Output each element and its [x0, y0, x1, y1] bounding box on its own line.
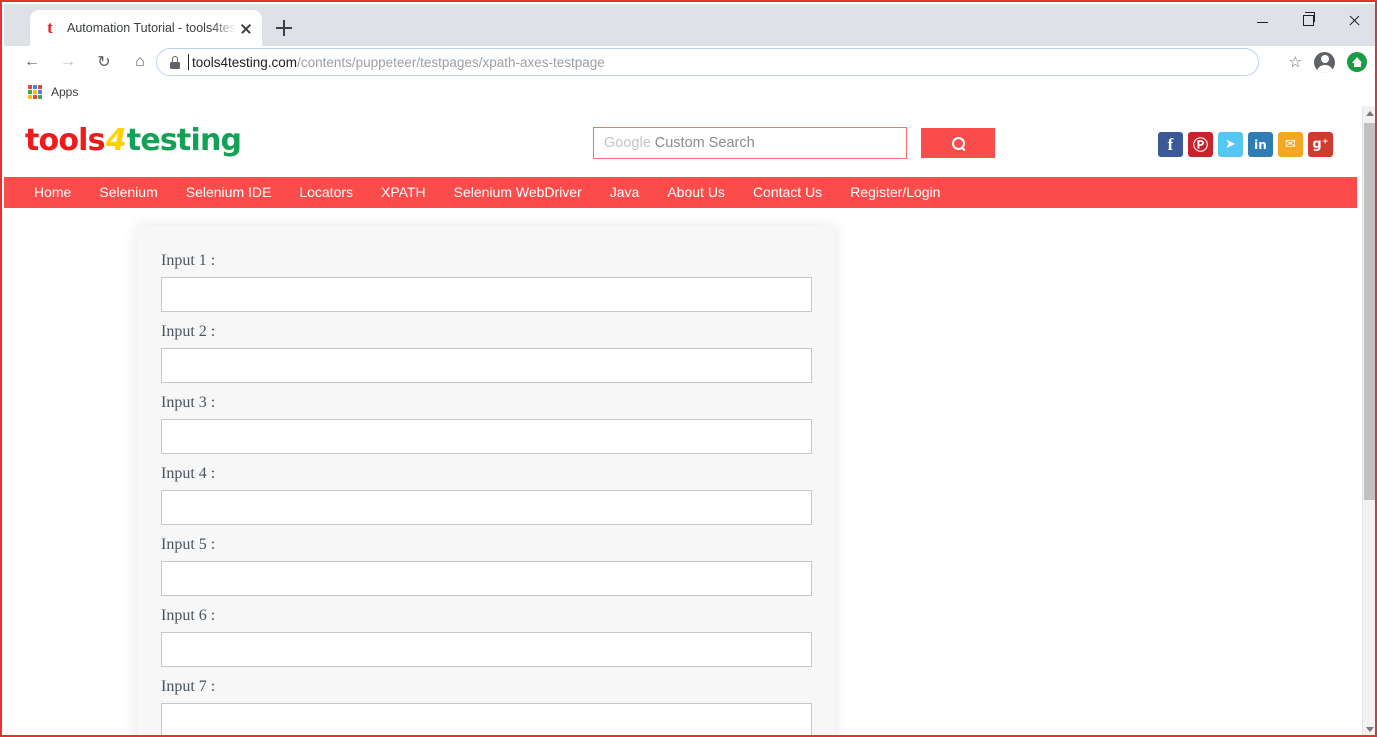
maximize-button[interactable]	[1285, 4, 1331, 36]
minimize-button[interactable]	[1239, 4, 1285, 36]
reload-icon[interactable]: ↻	[90, 48, 118, 76]
search-placeholder-text: Custom Search	[654, 135, 755, 151]
nav-item-contact-us[interactable]: Contact Us	[739, 177, 836, 208]
input-1-label: Input 1 :	[161, 252, 216, 269]
tab-title: Automation Tutorial - tools4testi	[67, 21, 236, 35]
nav-item-selenium[interactable]: Selenium	[85, 177, 171, 208]
scrollbar-down-arrow-icon[interactable]	[1363, 722, 1375, 735]
nav-item-about-us[interactable]: About Us	[653, 177, 739, 208]
logo-part-tools: tools	[25, 123, 106, 158]
twitter-icon[interactable]: ➤	[1218, 132, 1243, 157]
profile-avatar-icon[interactable]	[1314, 51, 1335, 73]
input-3-label: Input 3 :	[161, 394, 216, 411]
input-7-label: Input 7 :	[161, 678, 216, 695]
tab-strip: t Automation Tutorial - tools4testi	[4, 4, 1375, 46]
input-7-field[interactable]	[161, 703, 812, 735]
lock-icon	[169, 55, 181, 69]
apps-label: Apps	[51, 85, 79, 99]
search-input[interactable]: Google Custom Search	[593, 127, 907, 159]
input-2-label: Input 2 :	[161, 323, 216, 340]
toolbar-right-actions: ☆	[1289, 46, 1367, 78]
search-area: Google Custom Search	[593, 127, 995, 159]
email-icon[interactable]: ✉	[1278, 132, 1303, 157]
url-path: /contents/puppeteer/testpages/xpath-axes…	[297, 54, 605, 70]
update-available-icon[interactable]	[1347, 52, 1367, 72]
bookmarks-bar: Apps	[4, 78, 1375, 106]
nav-item-java[interactable]: Java	[596, 177, 654, 208]
navigation-buttons: ← → ↻ ⌂	[18, 46, 154, 78]
page-viewport: tools4testing Google Custom Search f Ⓟ ➤…	[4, 106, 1375, 735]
input-5-field[interactable]	[161, 561, 812, 596]
close-icon	[1348, 14, 1361, 27]
form-field: Input 6 :	[161, 607, 812, 667]
nav-item-selenium-ide[interactable]: Selenium IDE	[172, 177, 286, 208]
nav-item-home[interactable]: Home	[20, 177, 85, 208]
nav-item-selenium-webdriver[interactable]: Selenium WebDriver	[440, 177, 596, 208]
nav-item-register-login[interactable]: Register/Login	[836, 177, 954, 208]
input-6-field[interactable]	[161, 632, 812, 667]
googleplus-icon[interactable]: g⁺	[1308, 132, 1333, 157]
logo-bolt-icon: 4	[105, 123, 127, 158]
site-header: tools4testing Google Custom Search f Ⓟ ➤…	[4, 106, 1357, 177]
apps-grid-icon	[28, 85, 42, 99]
url-host: tools4testing.com	[192, 54, 298, 70]
close-button[interactable]	[1331, 4, 1375, 36]
form-field: Input 4 :	[161, 465, 812, 525]
home-icon[interactable]: ⌂	[126, 48, 154, 76]
search-placeholder-brand: Google	[604, 135, 651, 151]
form-field: Input 7 :	[161, 678, 812, 735]
forward-icon[interactable]: →	[54, 48, 82, 76]
tools4testing-favicon: t	[47, 18, 53, 37]
new-tab-button[interactable]	[270, 14, 298, 42]
form-field: Input 5 :	[161, 536, 812, 596]
input-4-label: Input 4 :	[161, 465, 216, 482]
page-content: Input 1 : Input 2 : Input 3 : Input 4 :	[4, 208, 1357, 735]
search-icon	[948, 133, 968, 153]
site-logo[interactable]: tools4testing	[25, 123, 242, 158]
form-field: Input 2 :	[161, 323, 812, 383]
tab-close-icon[interactable]	[236, 18, 256, 38]
social-links: f Ⓟ ➤ in ✉ g⁺	[1158, 132, 1333, 157]
window-controls	[1239, 4, 1375, 46]
pinterest-icon[interactable]: Ⓟ	[1188, 132, 1213, 157]
address-bar[interactable]: tools4testing.com/contents/puppeteer/tes…	[156, 48, 1259, 76]
input-2-field[interactable]	[161, 348, 812, 383]
apps-shortcut[interactable]: Apps	[24, 82, 82, 102]
main-navigation: Home Selenium Selenium IDE Locators XPAT…	[4, 177, 1357, 208]
scrollbar-thumb[interactable]	[1364, 123, 1375, 500]
bookmark-star-icon[interactable]: ☆	[1289, 53, 1302, 71]
browser-tab[interactable]: t Automation Tutorial - tools4testi	[30, 10, 262, 46]
input-3-field[interactable]	[161, 419, 812, 454]
browser-window: t Automation Tutorial - tools4testi ← → …	[0, 0, 1377, 737]
input-4-field[interactable]	[161, 490, 812, 525]
input-1-field[interactable]	[161, 277, 812, 312]
input-6-label: Input 6 :	[161, 607, 216, 624]
logo-part-testing: testing	[126, 123, 242, 158]
facebook-icon[interactable]: f	[1158, 132, 1183, 157]
scrollbar-up-arrow-icon[interactable]	[1363, 106, 1375, 121]
form-field: Input 3 :	[161, 394, 812, 454]
browser-toolbar: ← → ↻ ⌂ tools4testing.com/contents/puppe…	[4, 46, 1375, 78]
linkedin-icon[interactable]: in	[1248, 132, 1273, 157]
url-text: tools4testing.com/contents/puppeteer/tes…	[188, 53, 605, 70]
nav-item-xpath[interactable]: XPATH	[367, 177, 440, 208]
input-5-label: Input 5 :	[161, 536, 216, 553]
page-scrollbar[interactable]	[1362, 106, 1375, 735]
form-field: Input 1 :	[161, 252, 812, 312]
back-icon[interactable]: ←	[18, 48, 46, 76]
restore-icon	[1302, 12, 1316, 26]
minimize-icon	[1256, 21, 1268, 24]
input-form-panel: Input 1 : Input 2 : Input 3 : Input 4 :	[137, 226, 835, 735]
search-button[interactable]	[921, 128, 995, 158]
nav-item-locators[interactable]: Locators	[285, 177, 367, 208]
